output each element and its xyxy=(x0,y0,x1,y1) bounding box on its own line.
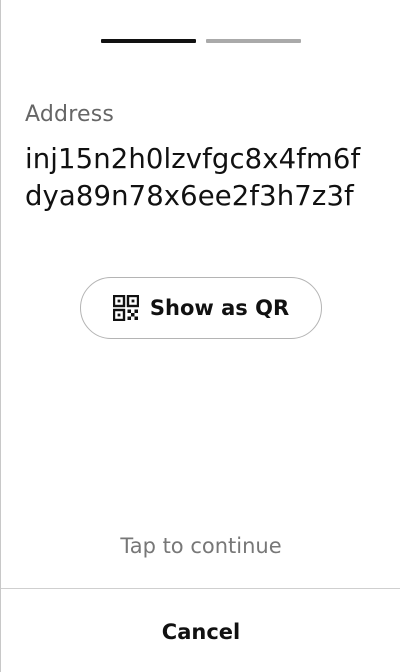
cancel-button[interactable]: Cancel xyxy=(1,589,400,672)
progress-step-2 xyxy=(206,39,301,43)
show-qr-label: Show as QR xyxy=(149,296,290,320)
qr-code-icon xyxy=(112,295,139,321)
address-value: inj15n2h0lzvfgc8x4fm6fdya89n78x6ee2f3h7z… xyxy=(25,143,361,212)
tap-to-continue[interactable]: Tap to continue xyxy=(1,534,400,558)
address-screen: Address inj15n2h0lzvfgc8x4fm6fdya89n78x6… xyxy=(0,0,400,672)
address-label: Address xyxy=(25,102,115,127)
step-progress xyxy=(101,39,301,43)
show-qr-button[interactable]: Show as QR xyxy=(80,277,322,339)
progress-step-1 xyxy=(101,39,196,43)
